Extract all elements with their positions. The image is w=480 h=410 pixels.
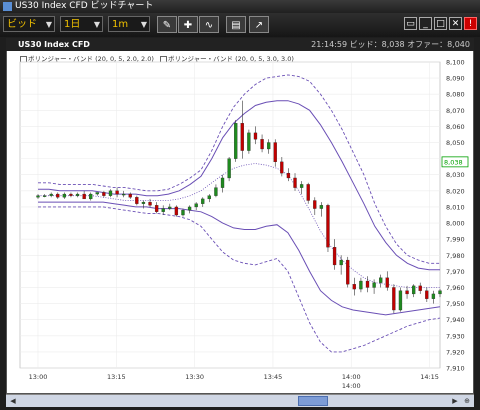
candle-up [168, 206, 172, 209]
candle-up [141, 201, 146, 204]
candle-down [128, 193, 132, 198]
candle-down [135, 197, 139, 204]
horizontal-scrollbar[interactable]: ◀ ▶ ⊕ [6, 394, 474, 407]
candle-down [115, 190, 119, 195]
price-chart[interactable]: 8,1008,0908,0808,0708,0608,0508,0408,030… [0, 0, 480, 410]
candle-up [95, 192, 99, 195]
y-tick-label: 8,000 [446, 220, 465, 228]
chart-window: US30 Index CFD ビッドチャート ビッド ▼ 1日 ▼ 1m ▼ ✎… [0, 0, 480, 410]
scroll-left-icon[interactable]: ◀ [8, 396, 18, 406]
candle-down [240, 123, 244, 151]
candle-up [89, 193, 93, 200]
candle-down [418, 285, 422, 291]
candle-up [194, 203, 198, 208]
candle-down [280, 161, 284, 174]
candle-up [49, 193, 53, 196]
x-tick-label: 13:30 [185, 373, 204, 381]
candle-down [346, 259, 350, 285]
candle-down [154, 205, 159, 212]
candle-up [227, 158, 231, 179]
candle-down [425, 290, 429, 299]
candle-up [438, 290, 442, 295]
x-tick-label: 14:15 [420, 373, 439, 381]
plot-area [19, 61, 441, 369]
candle-down [148, 201, 152, 206]
y-tick-label: 7,990 [446, 236, 465, 244]
y-tick-label: 8,030 [446, 171, 465, 179]
scroll-thumb[interactable] [298, 396, 328, 406]
candle-up [431, 293, 436, 299]
candle-down [273, 142, 277, 163]
candle-up [62, 193, 67, 198]
candle-down [69, 193, 73, 196]
candle-up [398, 290, 403, 311]
y-tick-label: 8,020 [446, 187, 465, 195]
candle-down [174, 206, 179, 216]
candle-down [332, 247, 337, 266]
y-tick-label: 7,950 [446, 300, 465, 308]
y-tick-label: 7,940 [446, 316, 465, 324]
y-tick-label: 8,010 [446, 203, 465, 211]
x-tick-label: 14:00 [342, 373, 361, 381]
candle-down [385, 277, 389, 288]
candle-up [359, 280, 363, 290]
candle-down [326, 205, 330, 248]
candle-up [108, 190, 113, 196]
candle-up [411, 285, 416, 295]
candle-down [313, 200, 317, 209]
candle-down [365, 280, 370, 288]
candle-up [36, 195, 40, 198]
candle-up [267, 142, 271, 150]
candle-down [306, 184, 310, 201]
candle-down [352, 284, 356, 290]
candle-up [122, 193, 126, 196]
last-price-label: 8,038 [444, 158, 463, 166]
scroll-right-icon[interactable]: ▶ [450, 396, 460, 406]
y-tick-label: 8,050 [446, 139, 465, 147]
candle-down [102, 192, 106, 196]
y-tick-label: 8,090 [446, 75, 465, 83]
y-tick-label: 8,070 [446, 107, 465, 115]
y-tick-label: 8,060 [446, 123, 465, 131]
x-date-label: 14:00 [342, 382, 361, 390]
candle-down [82, 193, 86, 200]
y-tick-label: 7,910 [446, 365, 465, 373]
x-tick-label: 13:00 [29, 373, 48, 381]
candle-up [207, 195, 211, 200]
candle-up [299, 184, 304, 188]
candle-up [214, 187, 218, 196]
candle-up [201, 198, 205, 204]
y-tick-label: 7,960 [446, 284, 465, 292]
candle-down [253, 132, 258, 140]
y-tick-label: 8,080 [446, 91, 465, 99]
candle-down [392, 287, 396, 311]
y-tick-label: 8,100 [446, 59, 465, 67]
candle-up [339, 259, 343, 266]
candle-up [42, 195, 47, 197]
candle-down [293, 177, 297, 188]
candle-up [187, 206, 192, 211]
candle-down [260, 139, 264, 150]
candle-up [247, 132, 251, 151]
candle-up [161, 208, 165, 212]
candle-up [372, 282, 376, 288]
zoom-icon[interactable]: ⊕ [462, 396, 472, 406]
y-tick-label: 7,920 [446, 348, 465, 356]
candle-up [181, 210, 185, 216]
candle-up [319, 205, 324, 209]
candle-down [286, 172, 291, 179]
x-tick-label: 13:15 [107, 373, 126, 381]
y-tick-label: 7,980 [446, 252, 465, 260]
candle-down [405, 290, 409, 295]
y-tick-label: 7,930 [446, 332, 465, 340]
x-tick-label: 13:45 [264, 373, 283, 381]
candle-up [220, 177, 225, 188]
y-tick-label: 7,970 [446, 268, 465, 276]
candle-up [379, 277, 383, 283]
candle-up [234, 123, 238, 159]
candle-down [56, 193, 60, 198]
candle-up [75, 193, 80, 196]
